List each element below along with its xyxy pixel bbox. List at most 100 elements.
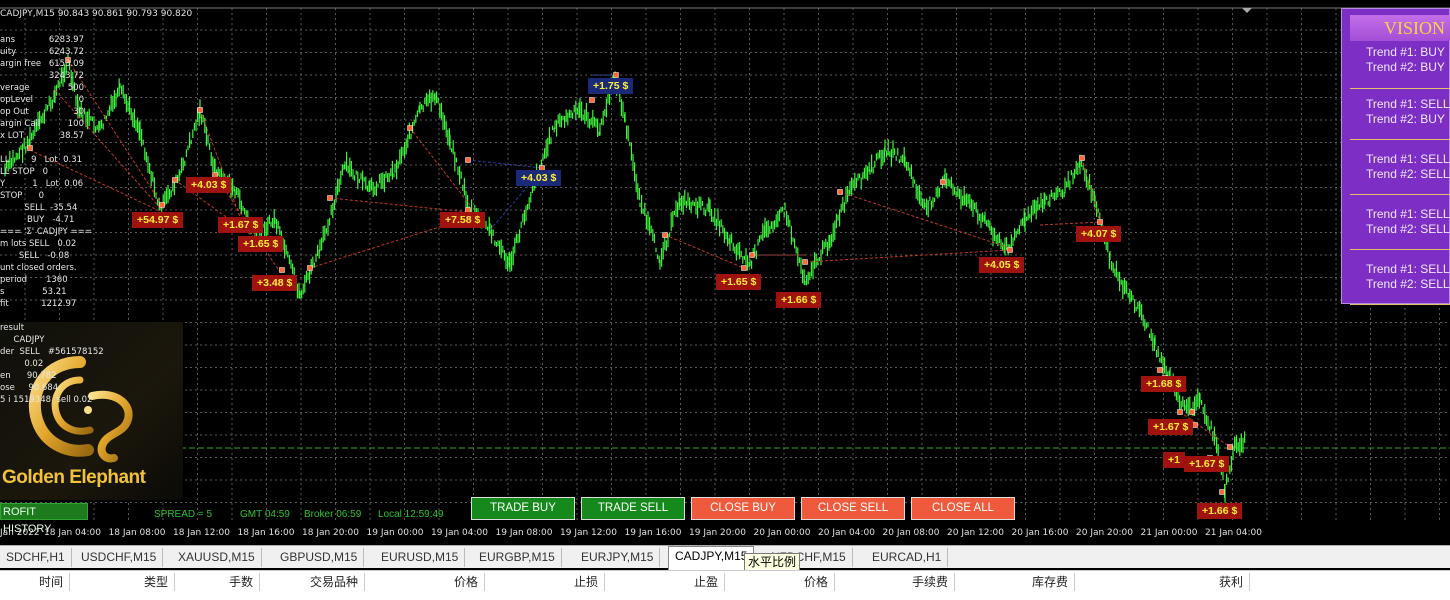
table-column-header[interactable]: 止盈	[605, 573, 725, 591]
trade-marker-icon	[1227, 444, 1233, 450]
table-column-header[interactable]: 时间	[0, 573, 70, 591]
account-info-row: op Out 30	[0, 106, 84, 118]
table-column-header[interactable]: 类型	[70, 573, 175, 591]
trade-sell-button[interactable]: TRADE SELL	[581, 497, 685, 520]
time-axis-label: 19 Jan 12:00	[560, 528, 617, 538]
vision-title: VISION	[1350, 15, 1450, 41]
trade-marker-icon	[279, 267, 285, 273]
time-axis-label: 18 Jan 20:00	[302, 528, 359, 538]
brand-name: Golden Elephant	[2, 467, 146, 488]
last-trade-result: result CADJPY der SELL #561578152 0.02 en …	[0, 322, 104, 406]
vision-trend-line: Trend #2: BUY	[1366, 112, 1445, 126]
local-time: Local 12:59:49	[378, 509, 444, 520]
profit-history-button[interactable]: ROFIT HISTORY	[0, 503, 88, 535]
account-info-label: x LOT	[0, 131, 25, 141]
position-info-line: period 1360	[0, 275, 68, 285]
table-column-header[interactable]: 价格	[725, 573, 835, 591]
vision-trend-line: Trend #2: SELL	[1366, 167, 1450, 181]
account-info-value: 0	[78, 95, 84, 105]
account-info-row: argin free 6153.09	[0, 58, 84, 70]
account-info-label: op Out	[0, 107, 29, 117]
account-info-value: 6283.97	[48, 35, 84, 45]
symbol-tab[interactable]: EURUSD,M15	[375, 548, 466, 567]
vision-trend-group: Trend #1: SELL Trend #2: BUY	[1350, 95, 1450, 140]
position-info-line: s 53.21	[0, 287, 67, 297]
symbol-tab[interactable]: EURJPY,M15	[575, 548, 661, 567]
symbol-tab[interactable]: USDCHF,M15	[75, 548, 164, 567]
profit-tag: +54.97 $	[132, 212, 184, 228]
symbol-tab-bar: SDCHF,H1 USDCHF,M15 XAUUSD,M15 GBPUSD,M15 EU…	[0, 545, 1450, 570]
position-info-line: m lots SELL 0.02	[0, 239, 77, 249]
trade-marker-icon	[465, 157, 471, 163]
trade-marker-icon	[837, 189, 843, 195]
symbol-tab[interactable]: EURGBP,M15	[473, 548, 562, 567]
trade-result-line: result	[0, 323, 25, 333]
time-axis-label: 19 Jan 16:00	[624, 528, 682, 538]
trade-table-header: 时间 类型 手数 交易品种 价格 止损 止盈 价格 手续费 库存费 获利	[0, 570, 1450, 600]
time-axis-label: 18 Jan 08:00	[108, 528, 166, 538]
vision-trend-line: Trend #1: SELL	[1366, 97, 1450, 111]
position-info-line: BUY -4.71	[0, 215, 75, 225]
chart-canvas[interactable]	[0, 0, 1450, 545]
trade-marker-icon	[27, 145, 33, 151]
close-sell-button[interactable]: CLOSE SELL	[801, 497, 905, 520]
table-column-header[interactable]: 获利	[1075, 573, 1250, 591]
symbol-tab[interactable]: XAUUSD,M15	[172, 548, 262, 567]
close-all-button[interactable]: CLOSE ALL	[911, 497, 1015, 520]
trade-marker-icon	[197, 107, 203, 113]
time-axis-label: 19 Jan 20:00	[689, 528, 746, 538]
time-axis-label: 20 Jan 12:00	[947, 528, 1004, 538]
symbol-tab[interactable]: GBPUSD,M15	[274, 548, 365, 567]
time-axis-label: 19 Jan 00:00	[366, 528, 424, 538]
time-axis-label: 20 Jan 04:00	[818, 528, 875, 538]
symbol-tab[interactable]: CADJPY,M15	[668, 546, 755, 570]
table-column-header[interactable]: 价格	[365, 573, 485, 591]
trade-marker-icon	[407, 125, 413, 131]
trade-buy-button[interactable]: TRADE BUY	[471, 497, 575, 520]
profit-tag: +4.07 $	[1076, 226, 1122, 242]
close-buy-button[interactable]: CLOSE BUY	[691, 497, 795, 520]
chart-shift-marker-icon	[1242, 8, 1252, 13]
account-info-label: verage	[0, 83, 30, 93]
trade-result-line: en 90.782	[0, 371, 57, 381]
time-axis-label: 19 Jan 04:00	[431, 528, 488, 538]
profit-tag: +1.65 $	[716, 274, 762, 290]
golden-elephant-logo: result CADJPY der SELL #561578152 0.02 en …	[0, 322, 183, 500]
account-info-row: verage 500	[0, 82, 84, 94]
profit-tag: +1.67 $	[1184, 456, 1230, 472]
profit-tag: +1.66 $	[776, 292, 822, 308]
price-chart[interactable]: CADJPY,M15 90.843 90.861 90.793 90.820 a…	[0, 0, 1450, 545]
position-info-line: LL STOP 0	[0, 167, 49, 177]
trade-marker-icon	[1189, 409, 1195, 415]
time-axis-label: Jan 2022	[0, 528, 40, 538]
vision-trend-group: Trend #1: SELL Trend #2: SELL	[1350, 205, 1450, 250]
profit-tag: +1.68 $	[1141, 376, 1187, 392]
table-column-header[interactable]: 手数	[175, 573, 260, 591]
vision-trend-line: Trend #2: SELL	[1366, 277, 1450, 291]
trade-marker-icon	[662, 232, 668, 238]
time-axis-label: 21 Jan 00:00	[1140, 528, 1198, 538]
account-info-label: uity	[0, 47, 17, 57]
spread-readout: SPREAD = 5	[154, 509, 213, 520]
symbol-tab[interactable]: SDCHF,H1	[0, 548, 72, 567]
trade-result-line: der SELL #561578152	[0, 347, 104, 357]
trade-marker-icon	[749, 252, 755, 258]
symbol-tab[interactable]: EURCAD,H1	[866, 548, 949, 567]
profit-tag: +1.67 $	[1148, 419, 1194, 435]
position-info-line: === 'Σ' CADJPY ===	[0, 227, 92, 237]
vision-trend-line: Trend #2: SELL	[1366, 222, 1450, 236]
vision-trend-group: Trend #1: SELL Trend #2: SELL	[1350, 260, 1450, 305]
profit-tag: +4.03 $	[186, 177, 232, 193]
table-column-header[interactable]: 止损	[485, 573, 605, 591]
table-column-header[interactable]: 库存费	[955, 573, 1075, 591]
account-info-label: argin Call	[0, 119, 41, 129]
trade-result-line: CADJPY	[0, 335, 45, 345]
trade-result-line: 0.02	[0, 359, 44, 369]
profit-tag: +4.05 $	[979, 257, 1025, 273]
position-info-line: SELL -35.54	[0, 203, 78, 213]
trade-result-line: 5 i 1519348 sell 0.02	[0, 395, 93, 405]
table-column-header[interactable]: 手续费	[835, 573, 955, 591]
profit-tag: +4.03 $	[516, 170, 562, 186]
trade-result-line: ose 90.684	[0, 383, 59, 393]
table-column-header[interactable]: 交易品种	[260, 573, 365, 591]
